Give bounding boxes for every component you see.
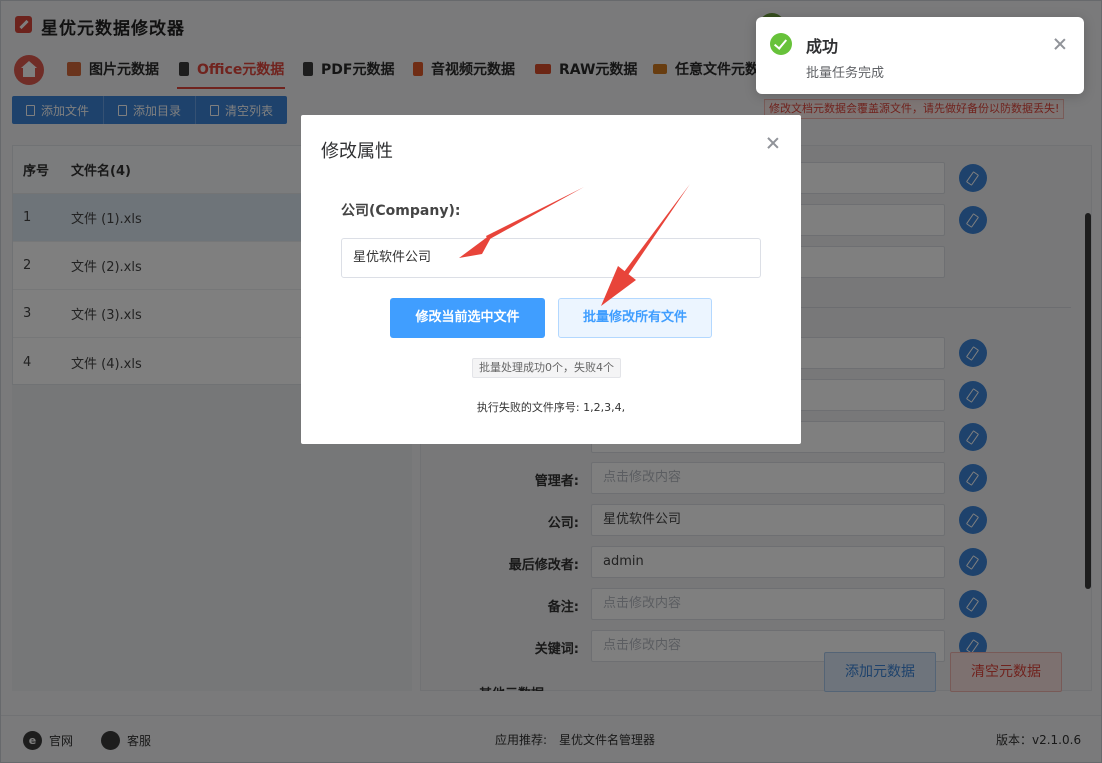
modify-properties-dialog: 修改属性 公司(Company): 星优软件公司 修改当前选中文件 批量修改所有… xyxy=(301,115,801,444)
close-icon[interactable] xyxy=(1053,37,1067,51)
company-input[interactable]: 星优软件公司 xyxy=(341,238,761,278)
modify-current-button[interactable]: 修改当前选中文件 xyxy=(390,298,545,338)
batch-result-tag: 批量处理成功0个，失败4个 xyxy=(472,358,621,378)
success-notification: 成功 批量任务完成 xyxy=(756,17,1084,94)
batch-modify-button[interactable]: 批量修改所有文件 xyxy=(558,298,712,338)
close-icon[interactable] xyxy=(765,135,781,151)
notification-title: 成功 xyxy=(806,37,839,56)
dialog-title: 修改属性 xyxy=(321,141,393,162)
company-field-label: 公司(Company): xyxy=(341,203,461,219)
notification-message: 批量任务完成 xyxy=(806,66,885,81)
success-check-icon xyxy=(770,33,792,55)
failed-files-text: 执行失败的文件序号: 1,2,3,4, xyxy=(476,401,626,414)
